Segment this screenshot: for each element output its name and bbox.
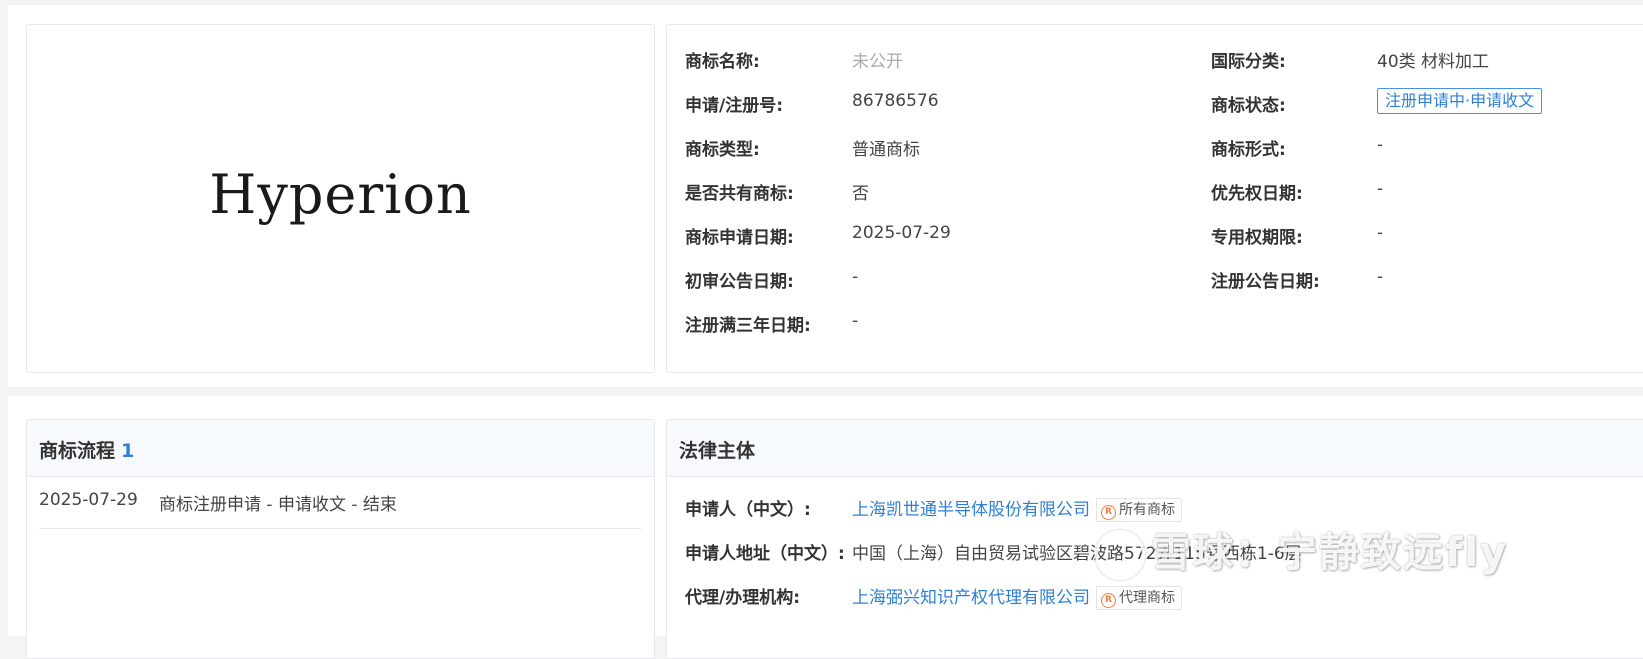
agency-link[interactable]: 上海弼兴知识产权代理有限公司 (852, 588, 1090, 608)
details-panel: 商标流程 1 2025-07-29 商标注册申请 - 申请收文 - 结束 法律主体… (8, 396, 1643, 659)
registration-notice-date-value: - (1377, 267, 1384, 287)
flow-description: 商标注册申请 - 申请收文 - 结束 (159, 495, 397, 515)
flow-card-title: 商标流程 1 (39, 436, 134, 463)
watermark-text: 雪球：宁静致远fly (1151, 530, 1509, 576)
applicant-label: 申请人（中文）: (685, 500, 811, 520)
registration-number-value: 86786576 (852, 91, 939, 111)
agency-row: 代理/办理机构: 上海弼兴知识产权代理有限公司 R 代理商标 (685, 583, 1182, 611)
list-item: 2025-07-29 商标注册申请 - 申请收文 - 结束 (39, 488, 642, 529)
trademark-type-label: 商标类型: (685, 140, 760, 160)
shared-trademark-value: 否 (852, 184, 869, 204)
snowball-logo-icon (1095, 530, 1145, 580)
applicant-value-wrap: 上海凯世通半导体股份有限公司 R 所有商标 (852, 495, 1182, 522)
agency-label: 代理/办理机构: (685, 588, 801, 608)
trademark-name-label: 商标名称: (685, 52, 760, 72)
application-date-value: 2025-07-29 (852, 223, 951, 243)
flow-card-header: 商标流程 1 (27, 420, 654, 477)
trademark-flow-card: 商标流程 1 2025-07-29 商标注册申请 - 申请收文 - 结束 (26, 419, 655, 659)
agency-trademarks-label: 代理商标 (1119, 590, 1175, 606)
three-year-date-value: - (852, 311, 859, 331)
application-date-label: 商标申请日期: (685, 228, 794, 248)
trademark-form-value: - (1377, 135, 1384, 155)
priority-date-label: 优先权日期: (1211, 184, 1303, 204)
trademark-form-label: 商标形式: (1211, 140, 1286, 160)
registration-number-label: 申请/注册号: (685, 96, 784, 116)
agency-trademarks-button[interactable]: R 代理商标 (1096, 586, 1182, 610)
trademark-type-value: 普通商标 (852, 140, 920, 160)
watermark: 雪球：宁静致远fly (1095, 520, 1508, 580)
applicant-link[interactable]: 上海凯世通半导体股份有限公司 (852, 500, 1090, 520)
international-class-value: 40类 材料加工 (1377, 52, 1490, 72)
international-class-label: 国际分类: (1211, 52, 1286, 72)
registered-trademark-icon: R (1101, 593, 1116, 608)
status-badge: 注册申请中·申请收文 (1377, 88, 1543, 114)
flow-title-text: 商标流程 (39, 440, 116, 462)
registration-notice-date-label: 注册公告日期: (1211, 272, 1320, 292)
flow-count: 1 (121, 440, 135, 462)
shared-trademark-label: 是否共有商标: (685, 184, 794, 204)
applicant-address-label: 申请人地址（中文）: (685, 544, 845, 564)
registered-trademark-icon: R (1101, 505, 1116, 520)
trademark-image-card: Hyperion (26, 24, 655, 373)
flow-date: 2025-07-29 (39, 490, 138, 510)
preliminary-notice-date-label: 初审公告日期: (685, 272, 794, 292)
applicant-row: 申请人（中文）: 上海凯世通半导体股份有限公司 R 所有商标 (685, 495, 1182, 523)
preliminary-notice-date-value: - (852, 267, 859, 287)
agency-value-wrap: 上海弼兴知识产权代理有限公司 R 代理商标 (852, 583, 1182, 610)
priority-date-value: - (1377, 179, 1384, 199)
all-trademarks-label: 所有商标 (1119, 502, 1175, 518)
exclusive-right-term-value: - (1377, 223, 1384, 243)
trademark-name-value: 未公开 (852, 52, 903, 72)
trademark-logo-image: Hyperion (209, 163, 472, 226)
trademark-status-label: 商标状态: (1211, 96, 1286, 116)
trademark-status-value: 注册申请中·申请收文 (1377, 88, 1543, 114)
applicant-address-row: 申请人地址（中文）: 中国（上海）自由贸易试验区碧波路572弄115号西栋1-6… (685, 539, 1302, 567)
all-trademarks-button[interactable]: R 所有商标 (1096, 498, 1182, 522)
trademark-info-card: 商标名称: 未公开 申请/注册号: 86786576 商标类型: 普通商标 是否… (666, 24, 1643, 373)
trademark-overview-panel: Hyperion 商标名称: 未公开 申请/注册号: 86786576 商标类型… (8, 5, 1643, 387)
three-year-date-label: 注册满三年日期: (685, 316, 811, 336)
legal-card-title: 法律主体 (679, 440, 756, 462)
legal-card-header: 法律主体 (667, 420, 1643, 477)
exclusive-right-term-label: 专用权期限: (1211, 228, 1303, 248)
